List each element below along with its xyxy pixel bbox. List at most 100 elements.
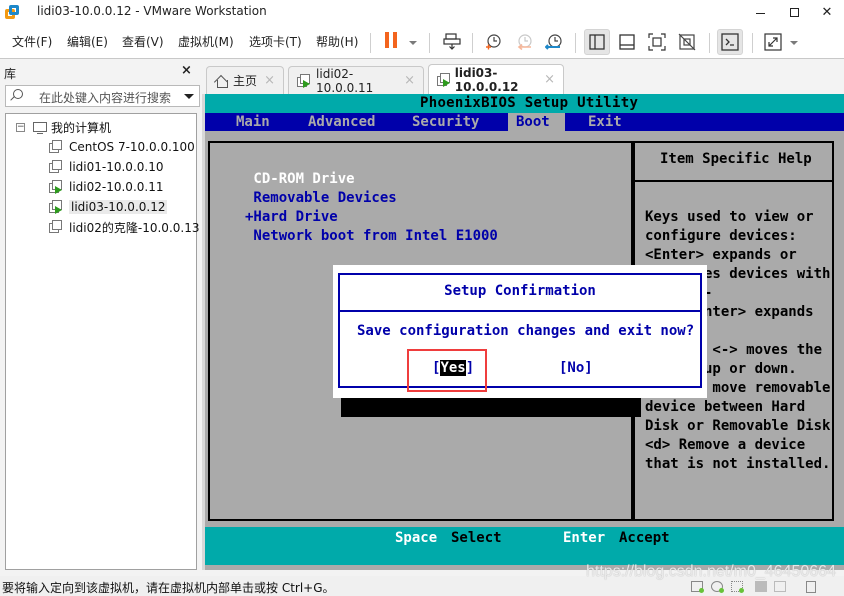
console-view-button[interactable]	[717, 29, 743, 55]
vm-icon	[49, 160, 63, 174]
tree-item-vm[interactable]: lidi02的克隆-10.0.0.13	[49, 217, 199, 237]
boot-item-cdrom[interactable]: CD-ROM Drive	[245, 171, 354, 187]
tree-item-vm[interactable]: lidi02-10.0.0.11	[49, 177, 163, 197]
menu-file[interactable]: 文件(F)	[12, 33, 52, 50]
vm-running-icon	[49, 180, 63, 194]
maximize-icon	[789, 8, 799, 17]
search-icon	[13, 89, 23, 99]
vm-console[interactable]: PhoenixBIOS Setup Utility Main Advanced …	[202, 94, 844, 570]
title-bar: lidi03-10.0.0.12 - VMware Workstation ✕	[0, 0, 844, 25]
tree-item-vm[interactable]: lidi01-10.0.0.10	[49, 157, 163, 177]
toolbar-divider	[709, 33, 710, 53]
library-panel: 库 × 在此处键入内容进行搜索 − 我的计算机 CentOS 7-10.0.0.…	[0, 60, 202, 570]
stretch-button[interactable]	[760, 29, 786, 55]
power-dropdown-arrow[interactable]	[409, 41, 417, 45]
boot-item-removable[interactable]: Removable Devices	[245, 190, 396, 206]
vmware-window: lidi03-10.0.0.12 - VMware Workstation ✕ …	[0, 0, 844, 596]
minimize-button[interactable]	[743, 0, 777, 25]
snapshot-manager-button[interactable]	[541, 29, 567, 55]
collapse-icon[interactable]: −	[16, 123, 25, 132]
vm-icon	[49, 140, 63, 154]
watermark-text: https://blog.csdn.net/m0_46450664	[586, 563, 836, 580]
search-dropdown-icon[interactable]	[184, 94, 194, 99]
library-title: 库	[4, 67, 17, 81]
usb-icon[interactable]	[755, 581, 767, 592]
take-snapshot-button[interactable]	[480, 29, 506, 55]
help-line: that is not installed.	[645, 456, 831, 472]
tab-vm-lidi03[interactable]: lidi03-10.0.0.12 ×	[428, 64, 564, 94]
stretch-icon	[764, 33, 782, 51]
bios-tab-main[interactable]: Main	[228, 113, 278, 131]
search-placeholder: 在此处键入内容进行搜索	[39, 91, 172, 105]
show-library-icon	[589, 34, 605, 50]
home-icon	[215, 75, 228, 88]
thumbnail-bar-icon	[619, 34, 635, 50]
unity-icon	[678, 33, 696, 51]
full-screen-icon	[648, 33, 666, 51]
boot-item-network[interactable]: Network boot from Intel E1000	[245, 228, 497, 244]
tree-item-vm[interactable]: CentOS 7-10.0.0.100	[49, 137, 195, 157]
bios-tab-advanced[interactable]: Advanced	[300, 113, 383, 131]
vm-running-icon	[297, 73, 310, 88]
pause-button[interactable]	[378, 29, 404, 55]
window-title: lidi03-10.0.0.12 - VMware Workstation	[37, 4, 267, 18]
setup-confirmation-dialog: Setup Confirmation Save configuration ch…	[333, 265, 707, 398]
show-library-button[interactable]	[584, 29, 610, 55]
menu-tabs[interactable]: 选项卡(T)	[249, 33, 302, 50]
tab-close-icon[interactable]: ×	[264, 73, 275, 88]
tree-item-vm-selected[interactable]: lidi03-10.0.0.12	[49, 197, 168, 217]
bios-footer: Space Select Enter Accept	[205, 527, 844, 565]
revert-snapshot-button[interactable]	[511, 29, 537, 55]
footer-desc: Select	[451, 530, 502, 546]
tab-close-icon[interactable]: ×	[404, 73, 415, 88]
send-ctrl-alt-del-icon	[443, 33, 461, 50]
bios-tab-security[interactable]: Security	[404, 113, 487, 131]
activity-indicator	[699, 588, 704, 593]
pause-icon	[383, 32, 399, 52]
tree-root-my-computer[interactable]: 我的计算机	[51, 117, 111, 137]
menu-vm[interactable]: 虚拟机(M)	[178, 33, 234, 50]
tab-close-icon[interactable]: ×	[544, 72, 555, 87]
library-close-button[interactable]: ×	[181, 63, 192, 78]
help-line: Keys used to view or	[645, 209, 814, 225]
vm-icon	[49, 220, 63, 234]
bios-tab-exit[interactable]: Exit	[580, 113, 630, 131]
stretch-dropdown-arrow[interactable]	[790, 41, 798, 45]
library-search-input[interactable]: 在此处键入内容进行搜索	[5, 85, 200, 107]
maximize-button[interactable]	[777, 0, 811, 25]
tab-home[interactable]: 主页 ×	[206, 66, 284, 94]
menu-view[interactable]: 查看(V)	[122, 33, 164, 50]
console-view-icon	[721, 33, 739, 51]
activity-indicator	[739, 588, 744, 593]
dialog-message: Save configuration changes and exit now?	[357, 323, 695, 339]
boot-item-hard-drive[interactable]: +Hard Drive	[245, 209, 338, 225]
printer-icon[interactable]	[774, 581, 786, 592]
dialog-no-button[interactable]: [No]	[559, 360, 593, 376]
help-line: device between Hard	[645, 399, 806, 415]
message-icon[interactable]	[806, 581, 816, 593]
bios-tab-boot[interactable]: Boot	[508, 113, 565, 131]
thumbnail-bar-button[interactable]	[614, 29, 640, 55]
close-button[interactable]: ✕	[810, 0, 844, 25]
dialog-title: Setup Confirmation	[340, 275, 700, 312]
library-tree: − 我的计算机 CentOS 7-10.0.0.100 lidi01-10.0.…	[5, 113, 199, 570]
full-screen-button[interactable]	[644, 29, 670, 55]
toolbar-divider	[472, 33, 473, 53]
send-ctrl-alt-del-button[interactable]	[439, 29, 465, 55]
take-snapshot-icon	[486, 34, 501, 50]
menu-toolbar: 文件(F) 编辑(E) 查看(V) 虚拟机(M) 选项卡(T) 帮助(H)	[0, 25, 844, 59]
close-icon: ✕	[821, 5, 833, 20]
bios-screen: PhoenixBIOS Setup Utility Main Advanced …	[205, 94, 844, 570]
toolbar-divider	[752, 33, 753, 53]
help-line: <d> Remove a device	[645, 437, 806, 453]
menu-help[interactable]: 帮助(H)	[316, 33, 358, 50]
unity-button[interactable]	[674, 29, 700, 55]
computer-icon	[33, 122, 47, 135]
snapshot-manager-icon	[545, 34, 562, 50]
menu-edit[interactable]: 编辑(E)	[67, 33, 108, 50]
vm-running-icon	[49, 200, 63, 214]
annotation-highlight-box	[407, 349, 487, 392]
tab-vm-lidi02[interactable]: lidi02-10.0.0.11 ×	[288, 66, 424, 95]
dialog-frame: Setup Confirmation Save configuration ch…	[338, 273, 702, 388]
vmware-logo-icon	[5, 5, 20, 20]
